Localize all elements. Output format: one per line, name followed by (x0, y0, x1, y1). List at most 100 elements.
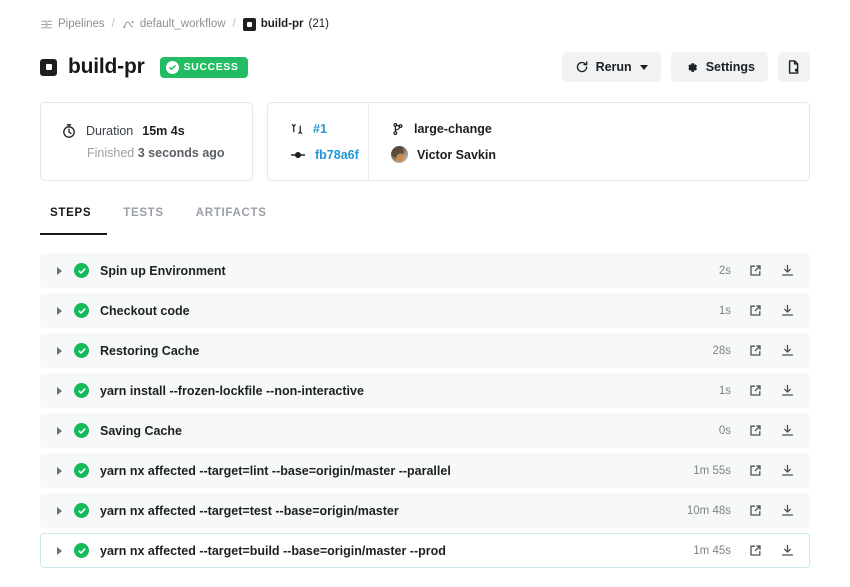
workflow-icon (122, 18, 135, 31)
metadata-col-source: #1 fb78a6f (268, 103, 368, 180)
settings-button[interactable]: Settings (670, 52, 768, 82)
breadcrumb-separator-1: / (111, 18, 115, 30)
open-in-new-icon[interactable] (748, 383, 763, 398)
duration-card-content: Duration 15m 4s Finished 3 seconds ago (61, 123, 225, 160)
page-header-actions: Rerun Settings (561, 52, 810, 82)
steps-list: Spin up Environment 2s Checkout code 1s … (40, 253, 810, 568)
breadcrumb-run-count: (21) (308, 18, 329, 30)
download-icon[interactable] (780, 543, 795, 558)
download-icon[interactable] (780, 463, 795, 478)
breadcrumb-item-pipelines[interactable]: Pipelines (40, 18, 105, 31)
page-header: build-pr SUCCESS Rerun Settings (40, 46, 810, 88)
job-icon-large (40, 58, 57, 76)
expand-triangle-icon[interactable] (57, 306, 62, 315)
commit-row: fb78a6f (290, 146, 359, 163)
breadcrumb-item-current: build-pr (21) (242, 17, 329, 31)
breadcrumb-item-workflow[interactable]: default_workflow (122, 18, 226, 31)
avatar (391, 146, 408, 163)
step-label: yarn nx affected --target=build --base=o… (100, 543, 446, 558)
step-row-3[interactable]: yarn install --frozen-lockfile --non-int… (40, 373, 810, 408)
step-row-2[interactable]: Restoring Cache 28s (40, 333, 810, 368)
tabs: STEPS TESTS ARTIFACTS (40, 203, 810, 235)
step-actions: 10m 48s (683, 503, 795, 518)
settings-button-label: Settings (705, 60, 755, 74)
expand-triangle-icon[interactable] (57, 506, 62, 515)
download-icon[interactable] (780, 503, 795, 518)
step-duration: 28s (712, 344, 731, 357)
step-label: Spin up Environment (100, 263, 226, 278)
expand-triangle-icon[interactable] (57, 266, 62, 275)
breadcrumb-label-current: build-pr (260, 18, 304, 30)
step-actions: 0s (683, 423, 795, 438)
step-actions: 2s (683, 263, 795, 278)
step-row-1[interactable]: Checkout code 1s (40, 293, 810, 328)
step-actions: 28s (683, 343, 795, 358)
rerun-button-label: Rerun (595, 60, 632, 74)
open-in-new-icon[interactable] (748, 303, 763, 318)
expand-triangle-icon[interactable] (57, 546, 62, 555)
step-row-4[interactable]: Saving Cache 0s (40, 413, 810, 448)
expand-triangle-icon[interactable] (57, 426, 62, 435)
step-duration: 10m 48s (686, 504, 731, 517)
open-in-new-icon[interactable] (748, 503, 763, 518)
metadata-col-branch-author: large-change Victor Savkin (368, 103, 518, 180)
open-in-new-icon[interactable] (748, 343, 763, 358)
pull-request-icon (290, 122, 304, 136)
expand-triangle-icon[interactable] (57, 346, 62, 355)
finished-label: Finished (87, 146, 135, 160)
status-success-icon (74, 463, 89, 478)
step-label: yarn nx affected --target=lint --base=or… (100, 463, 451, 478)
commit-icon (290, 147, 306, 163)
open-in-new-icon[interactable] (748, 543, 763, 558)
step-label: Checkout code (100, 303, 190, 318)
download-icon[interactable] (780, 383, 795, 398)
pull-request-link[interactable]: #1 (313, 122, 327, 136)
breadcrumb-label-workflow: default_workflow (139, 18, 226, 30)
status-badge: SUCCESS (159, 56, 248, 78)
metadata-card: #1 fb78a6f large-change Victor Savkin (267, 102, 810, 181)
page-header-left: build-pr SUCCESS (40, 55, 248, 79)
status-success-icon (74, 423, 89, 438)
expand-triangle-icon[interactable] (57, 466, 62, 475)
open-in-new-icon[interactable] (748, 263, 763, 278)
duration-value: 15m 4s (142, 124, 185, 138)
author-row: Victor Savkin (391, 146, 496, 163)
author-name: Victor Savkin (417, 147, 496, 162)
refresh-icon (575, 60, 589, 74)
duration-card: Duration 15m 4s Finished 3 seconds ago (40, 102, 253, 181)
pipeline-detail-page: Pipelines / default_workflow / build-pr … (0, 0, 850, 587)
download-icon[interactable] (780, 423, 795, 438)
finished-value: 3 seconds ago (137, 146, 225, 160)
step-duration: 1s (718, 384, 731, 397)
step-row-0[interactable]: Spin up Environment 2s (40, 253, 810, 288)
step-row-7[interactable]: yarn nx affected --target=build --base=o… (40, 533, 810, 568)
step-duration: 1m 45s (693, 544, 731, 557)
expand-triangle-icon[interactable] (57, 386, 62, 395)
download-icon[interactable] (780, 263, 795, 278)
step-label: yarn install --frozen-lockfile --non-int… (100, 383, 364, 398)
config-file-button[interactable] (778, 52, 810, 82)
tab-steps[interactable]: STEPS (40, 203, 108, 235)
chevron-down-icon (639, 64, 648, 70)
breadcrumb: Pipelines / default_workflow / build-pr … (40, 0, 810, 44)
breadcrumb-label-pipelines: Pipelines (58, 18, 105, 30)
step-row-6[interactable]: yarn nx affected --target=test --base=or… (40, 493, 810, 528)
finished-row: Finished 3 seconds ago (61, 146, 225, 160)
pull-request-row: #1 (290, 120, 346, 137)
download-icon[interactable] (780, 343, 795, 358)
step-duration: 2s (718, 264, 731, 277)
step-label: Saving Cache (100, 423, 182, 438)
rerun-button[interactable]: Rerun (561, 52, 661, 82)
commit-link[interactable]: fb78a6f (315, 148, 359, 162)
open-in-new-icon[interactable] (748, 463, 763, 478)
open-in-new-icon[interactable] (748, 423, 763, 438)
download-icon[interactable] (780, 303, 795, 318)
tab-artifacts[interactable]: ARTIFACTS (180, 203, 283, 235)
step-actions: 1m 45s (683, 543, 795, 558)
breadcrumb-separator-2: / (232, 18, 236, 30)
step-label: Restoring Cache (100, 343, 200, 358)
tab-tests[interactable]: TESTS (107, 203, 180, 235)
summary-cards: Duration 15m 4s Finished 3 seconds ago #… (40, 102, 810, 181)
step-row-5[interactable]: yarn nx affected --target=lint --base=or… (40, 453, 810, 488)
step-actions: 1s (683, 303, 795, 318)
